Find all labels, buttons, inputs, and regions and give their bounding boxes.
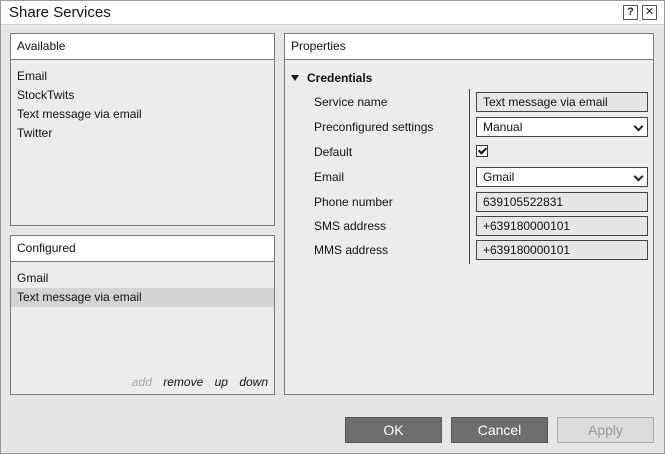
remove-link[interactable]: remove <box>163 375 203 389</box>
sms-address-field[interactable]: +639180000101 <box>476 216 648 236</box>
chevron-down-icon <box>633 121 644 132</box>
configured-panel: Configured Gmail Text message via email … <box>10 235 275 395</box>
email-select[interactable]: Gmail <box>476 167 648 187</box>
available-item-twitter[interactable]: Twitter <box>11 124 274 143</box>
cancel-button[interactable]: Cancel <box>451 417 548 443</box>
up-link[interactable]: up <box>215 375 228 389</box>
chevron-down-icon <box>633 171 644 182</box>
available-panel: Available Email StockTwits Text message … <box>10 33 275 226</box>
phone-number-field[interactable]: 639105522831 <box>476 192 648 212</box>
apply-button[interactable]: Apply <box>557 417 654 443</box>
available-header: Available <box>11 34 274 60</box>
preconfigured-settings-select[interactable]: Manual <box>476 117 648 137</box>
help-button[interactable]: ? <box>623 5 638 20</box>
properties-divider <box>469 89 470 264</box>
configured-item-gmail[interactable]: Gmail <box>11 269 274 288</box>
preconfigured-settings-value: Manual <box>483 120 523 134</box>
default-label: Default <box>314 145 353 159</box>
dialog-title: Share Services <box>9 4 111 21</box>
configured-item-text-message[interactable]: Text message via email <box>11 288 274 307</box>
mms-address-label: MMS address <box>314 243 389 257</box>
configured-actions: add remove up down <box>124 375 268 389</box>
credentials-label: Credentials <box>307 71 373 85</box>
configured-header: Configured <box>11 236 274 262</box>
email-value: Gmail <box>483 170 515 184</box>
title-bar: Share Services ? ✕ <box>1 1 664 25</box>
default-checkbox[interactable] <box>476 145 488 157</box>
add-link[interactable]: add <box>132 375 152 389</box>
close-button[interactable]: ✕ <box>642 5 657 20</box>
sms-address-label: SMS address <box>314 219 387 233</box>
down-link[interactable]: down <box>239 375 268 389</box>
available-item-stocktwits[interactable]: StockTwits <box>11 86 274 105</box>
available-item-text-message[interactable]: Text message via email <box>11 105 274 124</box>
configured-list: Gmail Text message via email <box>11 269 274 307</box>
triangle-down-icon[interactable] <box>291 75 299 81</box>
mms-address-field[interactable]: +639180000101 <box>476 240 648 260</box>
ok-button[interactable]: OK <box>345 417 442 443</box>
available-list: Email StockTwits Text message via email … <box>11 67 274 143</box>
properties-header: Properties <box>285 34 653 60</box>
share-services-dialog: Share Services ? ✕ Available Email Stock… <box>0 0 665 454</box>
service-name-field[interactable]: Text message via email <box>476 92 648 112</box>
email-label: Email <box>314 170 345 184</box>
properties-panel: Properties Credentials Service name Text… <box>284 33 654 395</box>
credentials-section[interactable]: Credentials <box>291 71 372 85</box>
service-name-label: Service name <box>314 95 388 109</box>
phone-number-label: Phone number <box>314 195 393 209</box>
available-item-email[interactable]: Email <box>11 67 274 86</box>
preconfigured-settings-label: Preconfigured settings <box>314 120 434 134</box>
